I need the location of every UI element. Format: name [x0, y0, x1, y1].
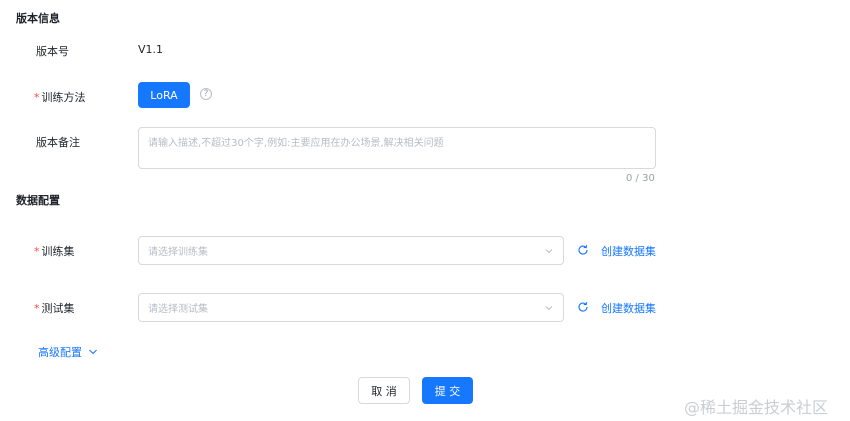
- create-test-dataset-link[interactable]: 创建数据集: [601, 300, 656, 316]
- version-note-counter: 0 / 30: [626, 173, 655, 184]
- version-note-label: 版本备注: [36, 136, 80, 149]
- watermark-text: @稀土掘金技术社区: [684, 398, 829, 417]
- advanced-config-toggle[interactable]: 高级配置: [38, 344, 98, 360]
- chevron-down-icon: [545, 305, 553, 310]
- required-mark: *: [34, 245, 40, 258]
- submit-button[interactable]: 提 交: [422, 377, 473, 404]
- required-mark: *: [34, 91, 40, 104]
- advanced-config-label: 高级配置: [38, 346, 82, 359]
- chevron-down-icon: [89, 349, 97, 355]
- train-set-placeholder: 请选择训练集: [148, 247, 208, 258]
- version-note-textarea[interactable]: 请输入描述,不超过30个字,例如:主要应用在办公场景,解决相关问题: [138, 127, 656, 169]
- version-value: V1.1: [138, 43, 164, 56]
- data-section-title: 数据配置: [16, 194, 60, 207]
- test-set-label: * 测试集: [34, 300, 75, 316]
- test-set-placeholder: 请选择测试集: [148, 304, 208, 315]
- train-set-label: * 训练集: [34, 243, 75, 259]
- question-circle-icon[interactable]: ?: [200, 88, 212, 100]
- train-set-label-text: 训练集: [41, 245, 75, 258]
- training-method-label-text: 训练方法: [41, 91, 86, 104]
- version-section-title: 版本信息: [16, 12, 60, 25]
- version-label: 版本号: [36, 45, 69, 58]
- training-method-label: * 训练方法: [34, 89, 86, 105]
- lora-method-button[interactable]: LoRA: [138, 82, 190, 108]
- test-set-select[interactable]: 请选择测试集: [138, 293, 564, 322]
- create-train-dataset-link[interactable]: 创建数据集: [601, 243, 656, 259]
- chevron-down-icon: [545, 248, 553, 253]
- refresh-icon[interactable]: [577, 301, 589, 313]
- cancel-button[interactable]: 取 消: [358, 377, 410, 404]
- train-set-select[interactable]: 请选择训练集: [138, 236, 564, 265]
- test-set-label-text: 测试集: [41, 302, 75, 315]
- required-mark: *: [34, 302, 40, 315]
- refresh-icon[interactable]: [577, 244, 589, 256]
